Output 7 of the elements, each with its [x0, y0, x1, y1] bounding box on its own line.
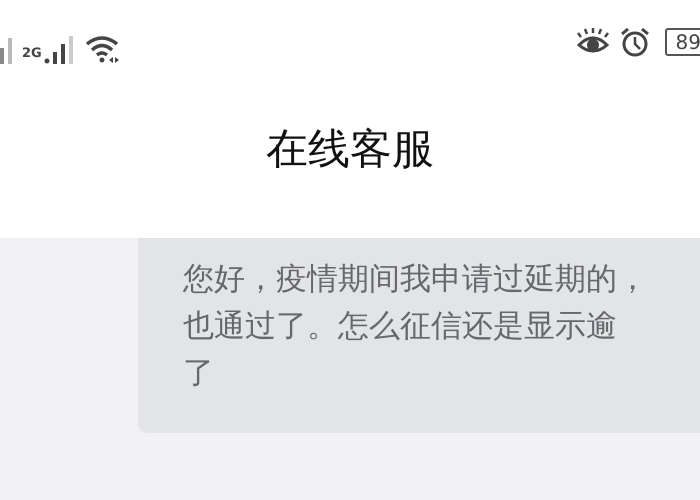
network-type: 2G — [22, 45, 42, 64]
signal-icon — [0, 36, 14, 64]
battery-level: 89 — [664, 28, 700, 56]
alarm-icon — [618, 26, 651, 58]
signal-icon — [44, 36, 76, 64]
message-text: 您好，疫情期间我申请过延期的， 也通过了。怎么征信还是显示逾 了 — [183, 260, 649, 393]
page-title: 在线客服 — [266, 122, 434, 174]
